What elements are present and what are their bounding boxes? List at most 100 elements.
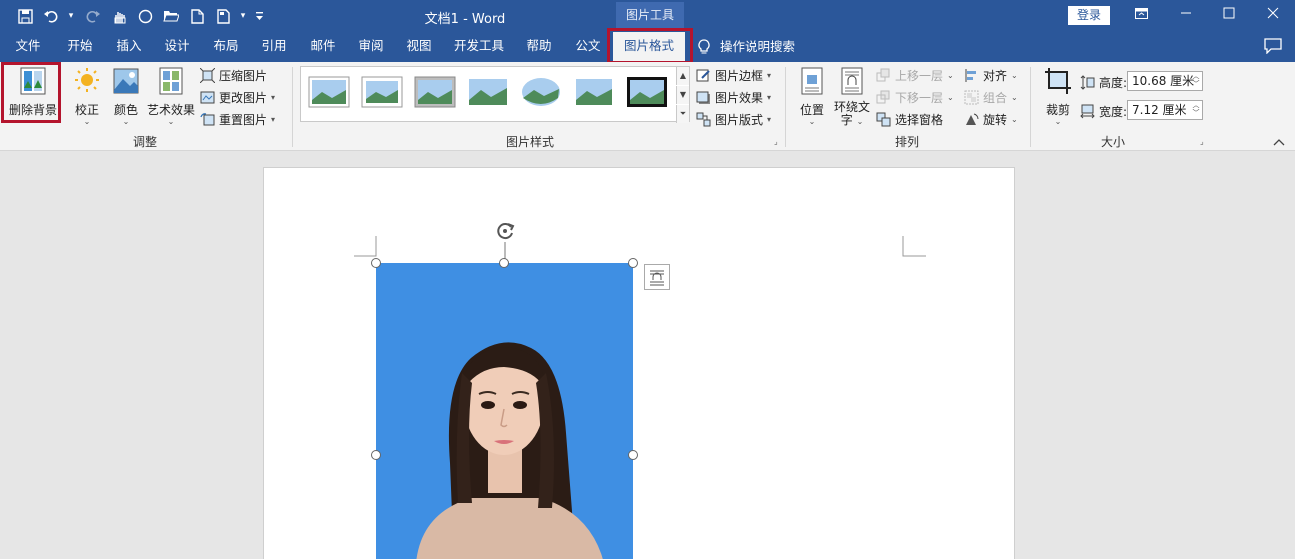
undo-icon[interactable] <box>40 6 62 26</box>
resize-handle-top[interactable] <box>499 258 509 268</box>
artistic-effects-icon <box>159 67 183 95</box>
tab-home[interactable]: 开始 <box>58 32 102 62</box>
selection-pane-icon <box>876 112 891 126</box>
tab-layout[interactable]: 布局 <box>204 32 248 62</box>
print-preview-icon[interactable] <box>212 6 234 26</box>
resize-handle-left[interactable] <box>371 450 381 460</box>
position-button[interactable]: 位置 ⌄ <box>797 66 827 126</box>
bring-forward-icon <box>876 68 890 81</box>
tab-references[interactable]: 引用 <box>252 32 296 62</box>
position-icon <box>801 67 823 95</box>
gallery-more[interactable]: ⏷ <box>676 105 689 123</box>
layout-options-icon[interactable] <box>644 264 670 290</box>
height-input[interactable]: 10.68 厘米 ︿ ﹀ <box>1127 71 1203 91</box>
resize-handle-top-right[interactable] <box>628 258 638 268</box>
rotate-handle-icon[interactable] <box>494 220 516 242</box>
login-button[interactable]: 登录 <box>1068 6 1110 25</box>
tab-help[interactable]: 帮助 <box>517 32 561 62</box>
wrap-text-icon <box>841 67 863 95</box>
align-button[interactable]: 对齐 ⌄ <box>964 65 1018 85</box>
tab-mailings[interactable]: 邮件 <box>301 32 345 62</box>
new-doc-icon[interactable] <box>186 6 208 26</box>
gallery-scroll-up[interactable]: ▲ <box>676 67 689 85</box>
remove-background-highlight <box>1 62 61 123</box>
circle-icon[interactable] <box>134 6 156 26</box>
maximize-icon[interactable] <box>1214 4 1244 26</box>
resize-handle-top-left[interactable] <box>371 258 381 268</box>
width-input[interactable]: 7.12 厘米 ︿ ﹀ <box>1127 100 1203 120</box>
group-separator <box>292 67 293 147</box>
group-button[interactable]: 组合 ⌄ <box>964 87 1018 107</box>
tab-review[interactable]: 审阅 <box>349 32 393 62</box>
picture-effects-button[interactable]: 图片效果 ▾ <box>696 87 771 107</box>
chevron-down-icon: ⌄ <box>856 117 864 126</box>
touch-mode-icon[interactable] <box>108 6 130 26</box>
comments-icon[interactable] <box>1264 38 1282 55</box>
picture-color-icon <box>113 68 139 94</box>
picture-style-4[interactable] <box>467 76 509 108</box>
crop-button[interactable]: 裁剪 ⌄ <box>1040 66 1076 126</box>
rotate-icon <box>966 113 979 125</box>
artistic-effects-button[interactable]: 艺术效果 ⌄ <box>146 66 196 126</box>
tab-official-doc[interactable]: 公文 <box>566 32 610 62</box>
compress-label: 压缩图片 <box>219 68 268 83</box>
picture-border-button[interactable]: 图片边框 ▾ <box>696 65 771 85</box>
dialog-launcher-icon[interactable]: ⌟ <box>774 138 782 146</box>
chevron-down-icon: ⌄ <box>1011 70 1018 80</box>
tab-file[interactable]: 文件 <box>6 32 50 62</box>
color-button[interactable]: 颜色 ⌄ <box>108 66 144 126</box>
position-label: 位置 <box>799 103 824 117</box>
wrap-text-button[interactable]: 环绕文 字 ⌄ <box>832 66 872 128</box>
lightbulb-icon <box>698 39 710 54</box>
tell-me-search[interactable]: 操作说明搜索 <box>698 32 795 62</box>
group-label: 组合 <box>983 90 1008 105</box>
corrections-label: 校正 <box>74 103 99 117</box>
dialog-launcher-icon[interactable]: ⌟ <box>1200 138 1208 146</box>
undo-dropdown-icon[interactable]: ▾ <box>66 6 76 26</box>
margin-corner-top-right <box>902 236 926 257</box>
picture-layout-label: 图片版式 <box>715 112 764 127</box>
selection-pane-button[interactable]: 选择窗格 <box>876 109 943 129</box>
close-icon[interactable] <box>1258 4 1288 26</box>
bring-forward-label: 上移一层 <box>895 68 944 83</box>
tab-design[interactable]: 设计 <box>155 32 199 62</box>
resize-handle-right[interactable] <box>628 450 638 460</box>
customize-qat-icon[interactable] <box>254 6 264 26</box>
open-icon[interactable] <box>160 6 182 26</box>
minimize-icon[interactable] <box>1171 4 1201 26</box>
spin-arrows-icon[interactable]: ︿ ﹀ <box>1192 72 1200 88</box>
picture-style-6[interactable] <box>573 76 615 108</box>
reset-picture-button[interactable]: 重置图片 ▾ <box>200 109 275 129</box>
align-icon <box>965 68 976 82</box>
gallery-scroll-down[interactable]: ▼ <box>676 86 689 104</box>
chevron-down-icon: ⌄ <box>1054 117 1062 126</box>
wrap-text-label-line2-text: 字 <box>840 113 853 127</box>
picture-style-7[interactable] <box>626 76 668 108</box>
tab-insert[interactable]: 插入 <box>107 32 151 62</box>
picture-style-1[interactable] <box>308 76 350 108</box>
ribbon-picture-format: 删除背景 校正 ⌄ 颜色 ⌄ 艺术效果 ⌄ 压缩图片 更改图片 ▾ 重置图片 ▾… <box>0 62 1295 151</box>
tab-view[interactable]: 视图 <box>397 32 441 62</box>
picture-style-2[interactable] <box>361 76 403 108</box>
print-dropdown-icon[interactable]: ▾ <box>238 6 248 26</box>
ribbon-display-options-icon[interactable] <box>1126 4 1156 26</box>
selected-portrait-photo[interactable] <box>376 263 633 559</box>
tab-developer[interactable]: 开发工具 <box>448 32 510 62</box>
picture-style-3[interactable] <box>414 76 456 108</box>
height-icon <box>1080 74 1095 90</box>
change-picture-button[interactable]: 更改图片 ▾ <box>200 87 275 107</box>
redo-icon[interactable] <box>82 6 104 26</box>
corrections-button[interactable]: 校正 ⌄ <box>70 66 104 126</box>
picture-layout-button[interactable]: 图片版式 ▾ <box>696 109 771 129</box>
align-label: 对齐 <box>983 68 1008 83</box>
rotate-button[interactable]: 旋转 ⌄ <box>964 109 1018 129</box>
picture-style-5[interactable] <box>520 76 562 108</box>
portrait-image <box>416 342 603 559</box>
picture-tools-context-label: 图片工具 <box>616 2 684 28</box>
save-icon[interactable] <box>14 6 36 26</box>
send-backward-button[interactable]: 下移一层 ⌄ <box>876 87 954 107</box>
bring-forward-button[interactable]: 上移一层 ⌄ <box>876 65 954 85</box>
compress-pictures-button[interactable]: 压缩图片 <box>200 65 267 85</box>
collapse-ribbon-icon[interactable] <box>1272 136 1286 148</box>
spin-arrows-icon[interactable]: ︿ ﹀ <box>1192 101 1200 117</box>
